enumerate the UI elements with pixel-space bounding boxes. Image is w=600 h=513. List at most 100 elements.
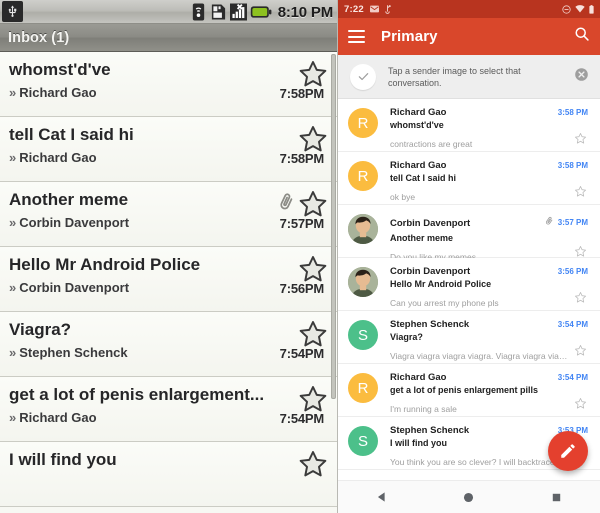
avatar-letter: R [357, 114, 369, 132]
conversation-sender-group: » Richard Gao [9, 149, 97, 167]
right-conversation-row[interactable]: R Richard Gao 3:58 PM tell Cat I said hi ok … [338, 152, 600, 205]
home-icon[interactable] [449, 481, 489, 513]
star-icon[interactable] [574, 291, 587, 304]
star-toggle[interactable] [298, 59, 328, 89]
star-toggle[interactable] [298, 124, 328, 154]
star-icon[interactable] [574, 245, 587, 258]
left-conversation-row[interactable]: get a lot of penis enlargement... » Richar… [0, 377, 337, 442]
conversation-snippet: contractions are great [390, 139, 473, 149]
conversation-sender: Corbin Davenport [390, 266, 471, 277]
left-status-bar: 8:10 PM [0, 0, 337, 24]
close-icon[interactable] [574, 67, 590, 87]
avatar[interactable]: S [348, 320, 378, 350]
avatar[interactable]: R [348, 373, 378, 403]
compose-fab[interactable] [548, 431, 588, 471]
left-conversation-row[interactable]: Another meme» Corbin Davenport 7:57PM [0, 182, 337, 247]
conversation-snippet-line: Viagra viagra viagra viagra. Viagra viag… [390, 344, 588, 361]
right-conversation-row[interactable]: R Richard Gao 3:58 PM whomst'd've contractio… [338, 99, 600, 152]
conversation-body: Richard Gao 3:58 PM whomst'd've contraction… [378, 107, 590, 151]
star-toggle[interactable] [298, 254, 328, 284]
conversation-sender-group: » Richard Gao [9, 84, 97, 102]
conversation-meta: 3:57 PM [540, 213, 588, 231]
right-app-bar: Primary [338, 18, 600, 55]
star-toggle[interactable] [298, 384, 328, 414]
double-chevron-icon: » [9, 345, 17, 360]
star-icon[interactable] [298, 59, 328, 89]
left-conversation-row[interactable]: Viagra? » Stephen Schenck 7:54PM [0, 312, 337, 377]
right-conversation-row[interactable]: Corbin Davenport 3:57 PM Another meme Do yo… [338, 205, 600, 262]
right-conversation-row[interactable]: S Stephen Schenck 3:54 PM Viagra? Viagra via… [338, 311, 600, 364]
avatar[interactable]: S [348, 426, 378, 456]
left-conversation-list[interactable]: whomst'd've» Richard Gao 7:58PM tell Cat I … [0, 52, 337, 513]
star-toggle[interactable] [574, 185, 588, 203]
hamburger-icon[interactable] [348, 30, 365, 43]
avatar[interactable]: R [348, 108, 378, 138]
conversation-snippet: I'm running a sale [390, 404, 457, 414]
avatar[interactable]: R [348, 161, 378, 191]
star-icon[interactable] [298, 189, 328, 219]
battery-icon [250, 6, 272, 18]
conversation-subject: whomst'd've [390, 120, 444, 130]
wifi-icon [192, 3, 204, 21]
star-toggle[interactable] [574, 344, 588, 362]
star-icon[interactable] [298, 384, 328, 414]
conversation-meta: » Richard Gao 7:54PM [9, 409, 326, 427]
signal-no-service-icon [229, 3, 247, 21]
conversation-sender-group: » Corbin Davenport [9, 279, 129, 297]
star-toggle[interactable] [298, 189, 328, 219]
conversation-sender: Richard Gao [19, 150, 97, 165]
conversation-meta: » Richard Gao 7:58PM [9, 84, 326, 102]
star-toggle[interactable] [574, 397, 588, 415]
right-clock: 7:22 [344, 3, 364, 15]
left-conversation-row[interactable]: whomst'd've » Richard Gao 7:58PM [0, 52, 337, 117]
avatar[interactable] [348, 267, 378, 297]
conversation-meta: » Stephen Schenck 7:54PM [9, 344, 326, 362]
star-toggle[interactable] [298, 319, 328, 349]
conversation-sender: Corbin Davenport [19, 215, 130, 230]
star-icon[interactable] [574, 397, 587, 410]
avatar-photo [348, 214, 378, 244]
conversation-snippet-line: I'm running a sale [390, 397, 588, 414]
avatar[interactable] [348, 214, 378, 244]
right-app-bar-title: Primary [381, 28, 438, 45]
check-icon [350, 63, 376, 90]
conversation-time: 3:58 PM [557, 108, 588, 117]
star-icon[interactable] [298, 254, 328, 284]
conversation-body: Richard Gao 3:54 PM get a lot of penis enl… [378, 372, 590, 416]
star-icon[interactable] [298, 124, 328, 154]
back-icon[interactable] [362, 481, 402, 513]
conversation-sender: Stephen Schenck [390, 319, 470, 330]
star-toggle[interactable] [574, 291, 588, 309]
attachment-icon [280, 193, 293, 210]
left-conversation-row[interactable]: tell Cat I said hi » Richard Gao 7:58PM [0, 117, 337, 182]
star-icon[interactable] [574, 132, 587, 145]
battery-icon [589, 4, 594, 14]
left-conversation-row[interactable]: I will find you [0, 442, 337, 507]
star-icon[interactable] [574, 344, 587, 357]
left-conversation-row[interactable]: Hello Mr Android Police » Corbin Davenport… [0, 247, 337, 312]
star-toggle[interactable] [298, 449, 328, 479]
right-conversation-row[interactable]: Corbin Davenport 3:56 PM Hello Mr Android … [338, 258, 600, 311]
attachment-indicator [276, 192, 296, 212]
left-title-bar: Inbox (1) [0, 24, 337, 52]
recents-icon[interactable] [536, 481, 576, 513]
right-status-bar-notifications [369, 4, 392, 14]
conversation-sender-group: » Corbin Davenport [9, 214, 129, 232]
avatar-letter: R [357, 379, 369, 397]
star-icon[interactable] [574, 185, 587, 198]
material-gmail-screenshot: 7:22 Primary Tap a sender image to selec… [338, 0, 600, 513]
star-toggle[interactable] [574, 132, 588, 150]
wifi-icon [575, 5, 585, 13]
conversation-snippet-line: contractions are great [390, 132, 588, 149]
left-scrollbar[interactable] [331, 52, 336, 513]
left-scrollbar-thumb[interactable] [331, 54, 336, 399]
star-icon[interactable] [298, 319, 328, 349]
conversation-sender: Stephen Schenck [390, 425, 470, 436]
search-icon[interactable] [574, 26, 590, 47]
left-status-bar-system-icons: 8:10 PM [190, 0, 333, 24]
right-conversation-list[interactable]: R Richard Gao 3:58 PM whomst'd've contractio… [338, 99, 600, 480]
avatar-letter: S [357, 326, 368, 344]
double-chevron-icon: » [9, 215, 17, 230]
star-icon[interactable] [298, 449, 328, 479]
right-conversation-row[interactable]: R Richard Gao 3:54 PM get a lot of penis en… [338, 364, 600, 417]
